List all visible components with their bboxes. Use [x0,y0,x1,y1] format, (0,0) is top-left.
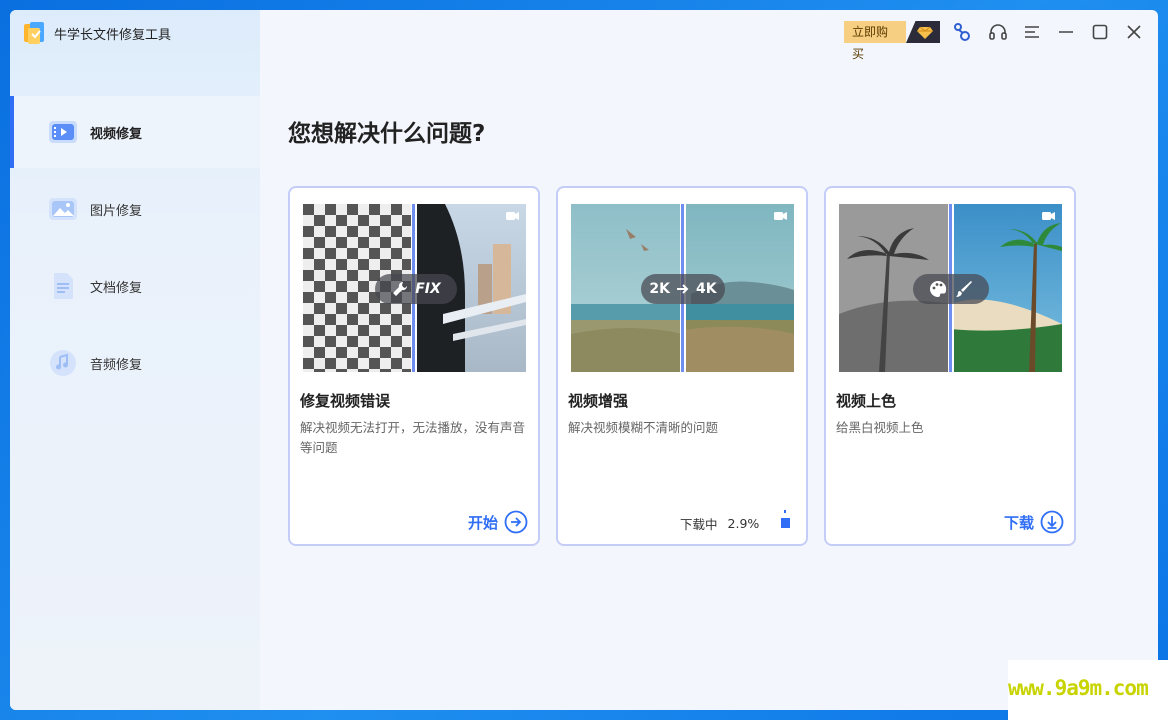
close-icon[interactable] [1124,22,1144,42]
palette-icon [930,280,947,297]
sidebar: 牛学长文件修复工具 视频修复 图片修复 文档修复 音频修复 [10,10,260,710]
buy-now-button[interactable]: 立即购买 [844,21,940,61]
app-logo-icon [24,22,44,44]
document-icon [54,273,73,299]
watermark: www.9a9m.com [1008,660,1168,720]
card-video-colorize[interactable]: 视频上色 给黑白视频上色 下载 [824,186,1076,546]
arrow-right-icon [677,284,689,294]
sidebar-item-label: 文档修复 [90,281,143,296]
card-thumbnail [839,204,1062,372]
sidebar-item-label: 图片修复 [90,204,143,219]
arrow-right-circle-icon [504,510,528,534]
card-video-enhance[interactable]: 2K 4K 视频增强 解决视频模糊不清晰的问题 下载中 2.9% [556,186,808,546]
download-percent: 2.9% [727,516,760,531]
fix-badge-label: FIX [415,281,441,297]
video-icon [49,121,77,143]
sidebar-item-audio-repair[interactable]: 音频修复 [10,327,260,399]
download-status: 下载中 2.9% [680,514,759,533]
diamond-icon [906,21,940,43]
headset-icon[interactable] [988,22,1008,42]
minimize-icon[interactable] [1056,22,1076,42]
watermark-text: www.9a9m.com [1008,676,1149,700]
card-thumbnail: FIX [303,204,526,372]
colorize-badge [913,274,989,304]
download-button[interactable]: 下载 [1004,510,1064,534]
card-title: 视频上色 [836,392,897,410]
resolution-to: 4K [696,281,717,297]
buy-now-label: 立即购买 [844,21,906,61]
audio-icon [50,350,76,376]
resolution-badge: 2K 4K [641,274,725,304]
download-status-label: 下载中 [680,517,718,532]
image-icon [49,198,77,220]
sidebar-item-video-repair[interactable]: 视频修复 [10,96,260,168]
sidebar-item-label: 音频修复 [90,358,143,373]
card-title: 修复视频错误 [300,392,391,410]
card-thumbnail: 2K 4K [571,204,794,372]
download-circle-icon [1040,510,1064,534]
sidebar-item-document-repair[interactable]: 文档修复 [10,250,260,322]
card-title: 视频增强 [568,392,629,410]
page-title: 您想解决什么问题? [288,121,486,147]
app-title: 牛学长文件修复工具 [54,28,172,43]
card-description: 解决视频无法打开，无法播放，没有声音等问题 [300,420,526,455]
download-label: 下载 [1003,513,1034,532]
card-description: 解决视频模糊不清晰的问题 [568,420,719,435]
sidebar-item-label: 视频修复 [90,127,143,142]
app-window: 牛学长文件修复工具 视频修复 图片修复 文档修复 音频修复 立即购买 您想解决什… [10,10,1158,710]
wrench-icon [393,281,408,296]
brush-icon [956,281,972,297]
card-repair-video-errors[interactable]: FIX 修复视频错误 解决视频无法打开，无法播放，没有声音等问题 开始 [288,186,540,546]
download-progress-indicator [781,510,790,528]
key-icon[interactable] [952,22,972,42]
maximize-icon[interactable] [1090,22,1110,42]
start-label: 开始 [467,513,498,532]
menu-icon[interactable] [1022,22,1042,42]
sidebar-item-image-repair[interactable]: 图片修复 [10,173,260,245]
resolution-from: 2K [649,281,670,297]
card-description: 给黑白视频上色 [836,420,924,435]
fix-badge: FIX [375,274,457,304]
start-button[interactable]: 开始 [468,510,528,534]
